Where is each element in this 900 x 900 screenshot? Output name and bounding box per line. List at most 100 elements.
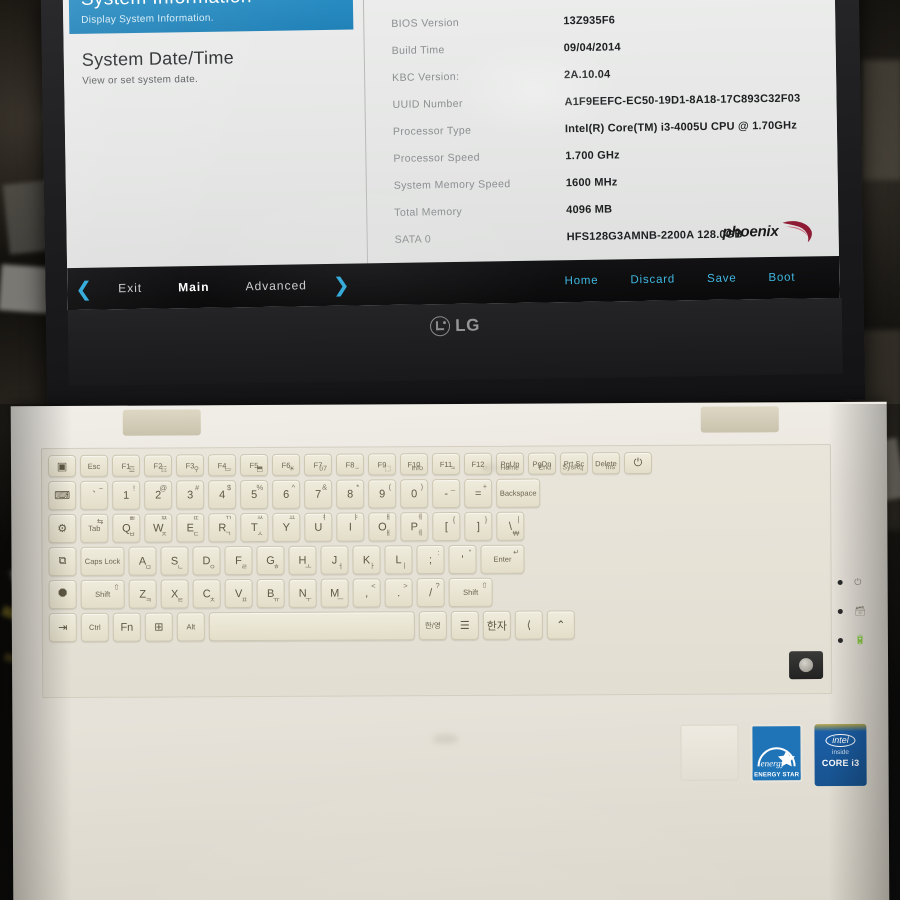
- key-fn[interactable]: Fn: [112, 612, 141, 642]
- key-l[interactable]: Lㅣ: [384, 545, 413, 575]
- chevron-left-icon[interactable]: ❮: [67, 276, 100, 302]
- key-arrow-up-down-icon[interactable]: ⌃: [546, 610, 575, 640]
- key-x[interactable]: Xㅌ: [160, 579, 189, 609]
- key-backspace[interactable]: Backspace: [496, 478, 541, 508]
- key-v[interactable]: Vㅍ: [224, 579, 253, 609]
- key-f5[interactable]: F5 ⬒: [239, 453, 269, 477]
- key-h[interactable]: Hㅗ: [288, 545, 317, 575]
- key-f4[interactable]: F4 ▭: [207, 454, 237, 477]
- action-home[interactable]: Home: [548, 274, 614, 288]
- key-7[interactable]: 7 &: [304, 479, 333, 509]
- pointing-stick[interactable]: [788, 651, 824, 680]
- key-key[interactable]: ' ": [448, 544, 477, 575]
- key-menu-icon[interactable]: ☰: [450, 610, 479, 640]
- key-f9[interactable]: F9 ⬚: [367, 453, 397, 476]
- key-r[interactable]: Rㄲㄱ: [208, 513, 237, 543]
- key-f8[interactable]: F8−: [335, 453, 365, 476]
- key-k[interactable]: Kㅏ: [352, 545, 381, 575]
- key-pgup[interactable]: PgUp Home: [495, 452, 525, 475]
- key-f3[interactable]: F3 ⚲: [175, 454, 205, 477]
- key-arrow-left-icon[interactable]: ⟨: [514, 610, 543, 640]
- key-p[interactable]: Pㅔㅔ: [400, 512, 429, 542]
- key-j[interactable]: Jㅓ: [320, 545, 349, 575]
- key-t[interactable]: Tㅆㅅ: [240, 512, 269, 543]
- key-prt-sc[interactable]: Prt Sc SysRq: [559, 452, 589, 475]
- key-m[interactable]: Mㅡ: [320, 578, 349, 608]
- key-g[interactable]: Gㅎ: [256, 545, 285, 576]
- key-f11[interactable]: F11 ≈: [431, 452, 461, 476]
- key-delete[interactable]: Delete Ins: [591, 452, 621, 475]
- key-5[interactable]: 5%: [240, 479, 269, 510]
- key-s[interactable]: Sㄴ: [160, 546, 189, 576]
- key-u[interactable]: Uㅕ: [304, 512, 333, 542]
- key-8[interactable]: 8 *: [336, 479, 365, 509]
- key-key[interactable]: . >: [384, 578, 413, 608]
- key-ctrl[interactable]: Ctrl: [80, 612, 109, 642]
- key-a[interactable]: Aㅁ: [128, 546, 157, 576]
- action-save[interactable]: Save: [691, 272, 753, 285]
- key-tab[interactable]: Tab ⇆: [80, 513, 109, 543]
- tab-exit[interactable]: Exit: [100, 281, 160, 296]
- key-pgdn[interactable]: PgDn End: [527, 452, 557, 475]
- key-f2[interactable]: F2 ☷: [143, 454, 173, 477]
- key-shift[interactable]: Shift ⇧: [448, 577, 493, 608]
- key-q[interactable]: Qㅃㅂ: [112, 513, 141, 543]
- key-key[interactable]: , <: [352, 578, 381, 608]
- key-w[interactable]: Wㅉㅈ: [144, 513, 173, 543]
- menu-item-system-date-time[interactable]: System Date/Time View or set system date…: [82, 46, 355, 86]
- key-o[interactable]: Oㅐㅐ: [368, 512, 397, 542]
- key-key[interactable]: ` ~: [80, 480, 109, 510]
- menu-item-system-information[interactable]: System Information Display System Inform…: [68, 0, 354, 35]
- key-screenshot-icon[interactable]: ⧉: [48, 546, 77, 577]
- key-y[interactable]: Yㅛ: [272, 512, 301, 542]
- key-f10[interactable]: F10 Info: [399, 453, 429, 476]
- key-key[interactable]: [{: [432, 511, 461, 542]
- key-f1[interactable]: F1 ☲: [111, 454, 141, 477]
- key-6[interactable]: 6 ^: [272, 479, 301, 509]
- key-n[interactable]: Nㅜ: [288, 578, 317, 608]
- key-d[interactable]: Dㅇ: [192, 546, 221, 576]
- keyboard[interactable]: ▣ Esc F1 ☲ F2 ☷ F3 ⚲ F4 ▭ F5 ⬒ F6 ☀ F7 ὐ7 F8− F9 ⬚ F10 Info F…: [40, 444, 833, 699]
- key-4[interactable]: 4 $: [208, 480, 237, 510]
- key-eject-icon[interactable]: ⇥: [48, 612, 77, 643]
- key-b[interactable]: Bㅠ: [256, 578, 285, 609]
- action-boot[interactable]: Boot: [752, 271, 811, 284]
- key-e[interactable]: Eㄸㄷ: [176, 513, 205, 543]
- key-capture-icon[interactable]: ⯃: [48, 579, 77, 610]
- key-2[interactable]: 2 @: [144, 480, 173, 510]
- tab-advanced[interactable]: Advanced: [227, 278, 325, 294]
- key-reader-mode-icon[interactable]: ⌨: [48, 480, 77, 511]
- key-f[interactable]: Fㄹ: [224, 546, 253, 576]
- key-key[interactable]: ;:: [416, 545, 445, 575]
- key-key[interactable]: 한자: [482, 610, 511, 640]
- key-power-icon[interactable]: ⏻: [623, 451, 653, 475]
- key-key[interactable]: = +: [464, 478, 493, 508]
- key-key[interactable]: - _: [432, 478, 461, 509]
- key-key[interactable]: ]}: [464, 511, 493, 541]
- key-3[interactable]: 3 #: [176, 480, 205, 510]
- key-key[interactable]: 한/영: [418, 611, 447, 641]
- key-caps-lock[interactable]: Caps Lock: [80, 546, 125, 576]
- key-key[interactable]: /?: [416, 578, 445, 608]
- key-window-icon[interactable]: ▣: [47, 454, 77, 478]
- key-windows-icon[interactable]: ⊞: [144, 612, 173, 642]
- key-1[interactable]: 1!: [112, 480, 141, 510]
- key-f7[interactable]: F7 ὐ7: [303, 453, 333, 476]
- key-f6[interactable]: F6 ☀: [271, 453, 301, 476]
- chevron-right-icon[interactable]: ❯: [325, 272, 358, 298]
- action-discard[interactable]: Discard: [614, 273, 691, 287]
- key-i[interactable]: Iㅑ: [336, 512, 365, 542]
- key-c[interactable]: Cㅊ: [192, 579, 221, 609]
- pointing-stick-nub[interactable]: [799, 658, 814, 673]
- key-settings-gear-icon[interactable]: ⚙: [48, 513, 77, 544]
- key-0[interactable]: 0): [400, 479, 429, 509]
- key-key[interactable]: [208, 611, 415, 642]
- key-z[interactable]: Zㅋ: [128, 579, 157, 609]
- key-alt[interactable]: Alt: [176, 612, 205, 642]
- key-9[interactable]: 9(: [368, 479, 397, 509]
- key-esc[interactable]: Esc: [79, 454, 109, 477]
- key-enter[interactable]: Enter ↵: [480, 544, 525, 574]
- key-key[interactable]: \ | ₩: [496, 511, 525, 541]
- key-shift[interactable]: Shift ⇧: [80, 579, 125, 609]
- tab-main[interactable]: Main: [160, 280, 228, 295]
